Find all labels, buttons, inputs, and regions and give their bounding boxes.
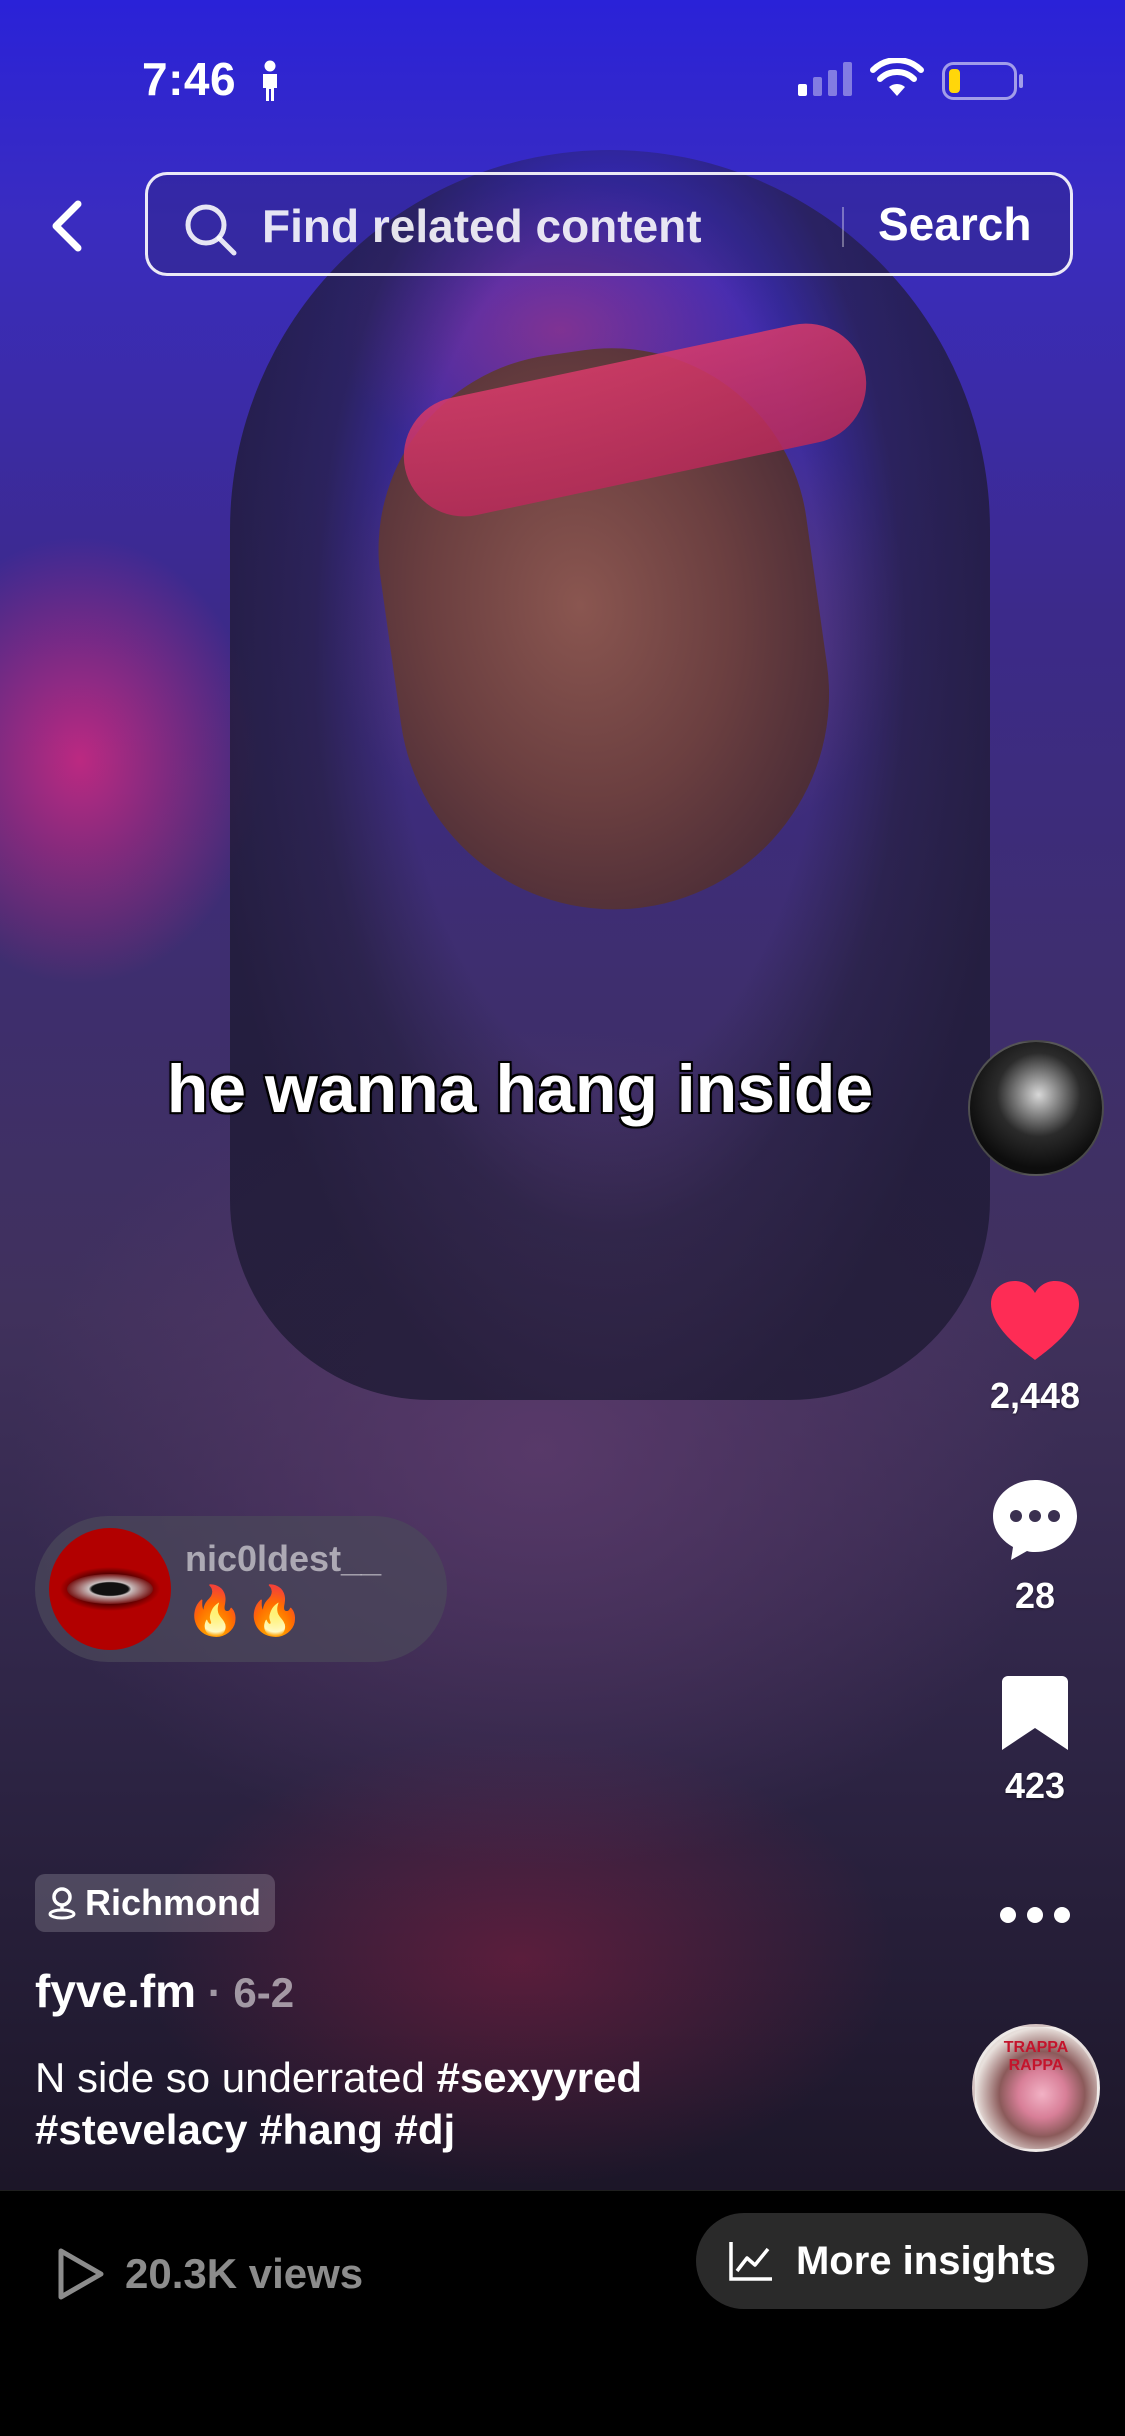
author-name[interactable]: fyve.fm: [35, 1965, 196, 2017]
more-dots-icon: [1000, 1907, 1070, 1923]
save-count: 423: [1004, 1765, 1066, 1806]
video-screen: 7:46 Find related content Search he wann…: [0, 0, 1125, 2436]
chart-icon: [729, 2242, 772, 2281]
comment-icon: [993, 1480, 1077, 1560]
hashtag-line-2[interactable]: #stevelacy #hang #dj: [35, 2106, 455, 2153]
insights-label: More insights: [795, 2238, 1057, 2283]
views-text: 20.3K views: [125, 2250, 364, 2297]
person-icon: [260, 60, 280, 107]
heart-icon: [991, 1281, 1079, 1360]
location-tag[interactable]: Richmond: [35, 1874, 275, 1932]
search-divider: [842, 207, 844, 247]
signal-icon: [798, 62, 856, 101]
back-button[interactable]: [40, 190, 92, 262]
description-text: N side so underrated: [35, 2054, 437, 2101]
hashtag-line-1[interactable]: #sexyyred: [437, 2054, 643, 2101]
search-icon: [184, 203, 238, 262]
more-insights-button[interactable]: More insights: [696, 2213, 1088, 2309]
search-button[interactable]: Search: [878, 197, 1031, 251]
wifi-icon: [870, 57, 924, 103]
more-options-button[interactable]: [995, 1890, 1075, 1940]
back-chevron-icon: [52, 200, 82, 252]
comment-preview[interactable]: nic0ldest__ 🔥🔥: [35, 1516, 447, 1662]
play-icon: [58, 2248, 104, 2300]
video-caption: he wanna hang inside: [166, 1051, 874, 1127]
like-count: 2,448: [989, 1375, 1081, 1416]
post-description: N side so underrated #sexyyred #stevelac…: [35, 2052, 935, 2156]
sound-disc[interactable]: TRAPPA RAPPA: [972, 2024, 1100, 2152]
search-bar[interactable]: Search: [145, 172, 1073, 276]
author-line: fyve.fm · 6-2: [35, 1964, 294, 2018]
post-date: · 6-2: [196, 1969, 295, 2016]
like-button[interactable]: 2,448: [955, 1280, 1115, 1417]
sound-disc-text: TRAPPA RAPPA: [1003, 2039, 1069, 2074]
search-input[interactable]: [260, 195, 964, 257]
comment-text: 🔥🔥: [185, 1585, 305, 1638]
status-time: 7:46: [142, 53, 237, 105]
commenter-username: nic0ldest__: [185, 1538, 382, 1579]
battery-icon: [942, 62, 1024, 105]
bottom-bar: 20.3K views More insights: [0, 2190, 1125, 2436]
save-button[interactable]: 423: [955, 1676, 1115, 1807]
commenter-avatar: [49, 1528, 171, 1650]
views-counter: 20.3K views: [55, 2247, 363, 2301]
status-bar: 7:46: [0, 0, 1125, 150]
creator-avatar[interactable]: [968, 1040, 1104, 1176]
bookmark-icon: [1002, 1676, 1068, 1750]
comment-count: 28: [1014, 1575, 1056, 1616]
comment-button[interactable]: 28: [955, 1478, 1115, 1617]
location-pin-icon: [48, 1887, 76, 1920]
location-text: Richmond: [85, 1882, 261, 1923]
